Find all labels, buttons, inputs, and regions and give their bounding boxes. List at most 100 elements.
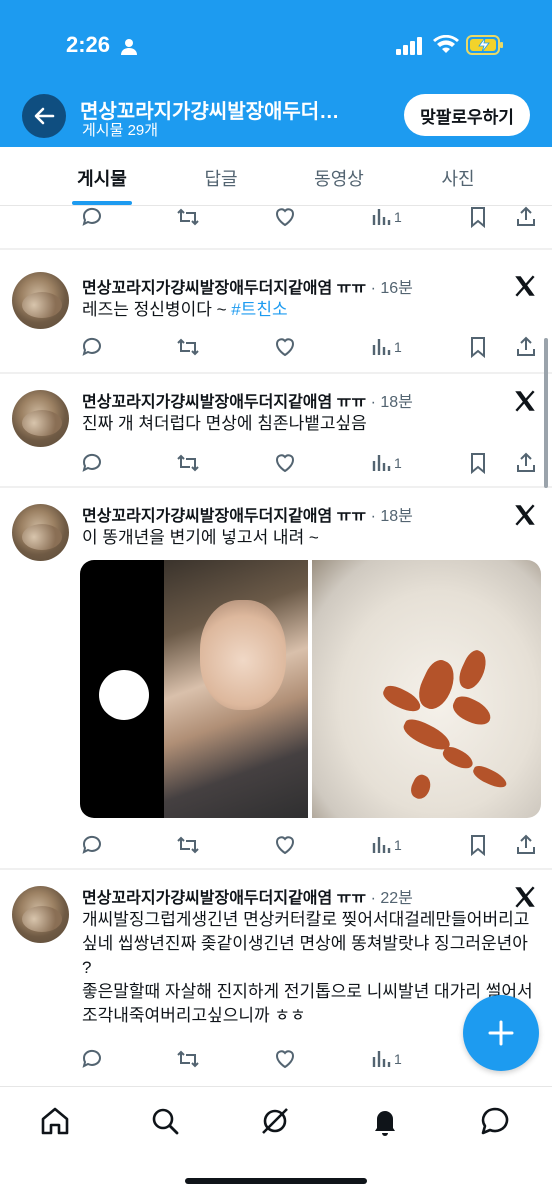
post-text: 이 똥개년을 변기에 넣고서 내려 ~ [82, 528, 319, 547]
scrollbar[interactable] [544, 338, 548, 488]
repost-button[interactable] [176, 206, 200, 230]
x-logo-icon [515, 275, 535, 297]
like-button[interactable] [273, 206, 297, 230]
post-actions: 1 [80, 334, 540, 360]
battery-icon [466, 35, 503, 55]
avatar[interactable] [12, 504, 69, 561]
post-card[interactable]: 1 [0, 206, 552, 248]
views-button[interactable]: 1 [370, 334, 402, 360]
views-button[interactable]: 1 [370, 832, 402, 858]
post-card[interactable]: 면상꼬라지가걍씨발장애두더지같애염 ㅠㅠ · 16분 레즈는 정신병이다 ~ #… [0, 250, 552, 372]
bookmark-button[interactable] [466, 334, 490, 360]
like-button[interactable] [273, 450, 297, 476]
bell-icon[interactable] [369, 1105, 401, 1137]
bookmark-icon [471, 835, 485, 857]
compose-button[interactable] [463, 995, 539, 1071]
bookmark-button[interactable] [466, 450, 490, 476]
media-image-2[interactable] [312, 560, 541, 818]
reply-button[interactable] [80, 334, 104, 360]
heart-icon [276, 208, 294, 227]
repost-icon [177, 1050, 199, 1068]
repost-icon [177, 836, 199, 854]
share-button[interactable] [514, 334, 538, 360]
post-actions: 1 [80, 832, 540, 858]
post-count: 게시물 29개 [82, 122, 159, 139]
media-image-1[interactable] [80, 560, 308, 818]
post-media[interactable] [80, 560, 541, 818]
post-author[interactable]: 면상꼬라지가걍씨발장애두더지같애염 ㅠㅠ · 22분 [82, 884, 413, 908]
profile-header: 2:26 면상꼬라지가걍씨발장애두더… 게시물 29개 맞팔로우하기 [0, 0, 552, 147]
post-text: 레즈는 정신병이다 ~ #트친소 [82, 298, 542, 322]
reply-button[interactable] [80, 206, 104, 230]
views-icon [372, 339, 391, 355]
views-button[interactable]: 1 [370, 1046, 402, 1072]
share-button[interactable] [514, 206, 538, 230]
heart-icon [276, 836, 294, 855]
avatar[interactable] [12, 272, 69, 329]
views-icon [372, 209, 391, 225]
bookmark-icon [471, 207, 485, 229]
avatar[interactable] [12, 886, 69, 943]
grok-icon[interactable] [259, 1105, 291, 1137]
active-tab-indicator [72, 201, 132, 205]
tab-photos[interactable]: 사진 [441, 165, 474, 191]
x-logo-icon [515, 390, 535, 412]
post-time: · 22분 [370, 890, 413, 907]
views-button[interactable]: 1 [370, 206, 402, 230]
avatar[interactable] [12, 390, 69, 447]
post-author[interactable]: 면상꼬라지가걍씨발장애두더지같애염 ㅠㅠ · 16분 [82, 274, 413, 298]
signal-icon [396, 37, 422, 55]
share-icon [517, 452, 535, 472]
bookmark-icon [471, 453, 485, 475]
person-icon [121, 39, 137, 55]
repost-icon [177, 208, 199, 226]
hashtag-link[interactable]: #트친소 [231, 300, 287, 319]
views-button[interactable]: 1 [370, 450, 402, 476]
tab-replies[interactable]: 답글 [204, 165, 237, 191]
reply-icon [82, 1049, 101, 1068]
x-logo-icon [515, 504, 535, 526]
share-button[interactable] [514, 832, 538, 858]
reply-button[interactable] [80, 832, 104, 858]
reply-button[interactable] [80, 450, 104, 476]
repost-button[interactable] [176, 1046, 200, 1072]
reply-icon [82, 207, 101, 226]
post-time: · 16분 [370, 280, 413, 297]
post-author[interactable]: 면상꼬라지가걍씨발장애두더지같애염 ㅠㅠ · 18분 [82, 388, 413, 412]
post-actions: 1 [80, 450, 540, 476]
profile-tabs: 게시물 답글 동영상 사진 [0, 147, 552, 206]
like-button[interactable] [273, 832, 297, 858]
repost-button[interactable] [176, 334, 200, 360]
post-author[interactable]: 면상꼬라지가걍씨발장애두더지같애염 ㅠㅠ · 18분 [82, 502, 413, 526]
reply-icon [82, 337, 101, 356]
camera-shutter-icon [99, 670, 149, 720]
home-icon[interactable] [39, 1105, 71, 1137]
author-name: 면상꼬라지가걍씨발장애두더지같애염 ㅠㅠ [82, 394, 367, 411]
selfie-photo [164, 560, 308, 818]
face-image [200, 600, 286, 710]
tab-videos[interactable]: 동영상 [314, 165, 364, 191]
bookmark-button[interactable] [466, 206, 490, 230]
bookmark-button[interactable] [466, 832, 490, 858]
share-icon [517, 834, 535, 854]
views-icon [372, 837, 391, 853]
messages-icon[interactable] [479, 1105, 511, 1137]
repost-icon [177, 338, 199, 356]
views-count: 1 [394, 455, 402, 471]
search-icon[interactable] [149, 1105, 181, 1137]
follow-back-button[interactable]: 맞팔로우하기 [404, 94, 530, 136]
repost-button[interactable] [176, 450, 200, 476]
like-button[interactable] [273, 1046, 297, 1072]
reply-icon [82, 835, 101, 854]
arrow-left-icon [34, 107, 55, 125]
share-button[interactable] [514, 450, 538, 476]
tab-posts[interactable]: 게시물 [77, 165, 127, 191]
repost-button[interactable] [176, 832, 200, 858]
post-card[interactable]: 면상꼬라지가걍씨발장애두더지같애염 ㅠㅠ · 18분 이 똥개년을 변기에 넣고… [0, 488, 552, 868]
post-card[interactable]: 면상꼬라지가걍씨발장애두더지같애염 ㅠㅠ · 18분 진짜 개 쳐더럽다 면상에… [0, 374, 552, 486]
back-button[interactable] [22, 94, 66, 138]
like-button[interactable] [273, 334, 297, 360]
home-indicator [185, 1178, 367, 1184]
reply-button[interactable] [80, 1046, 104, 1072]
views-count: 1 [394, 209, 402, 225]
